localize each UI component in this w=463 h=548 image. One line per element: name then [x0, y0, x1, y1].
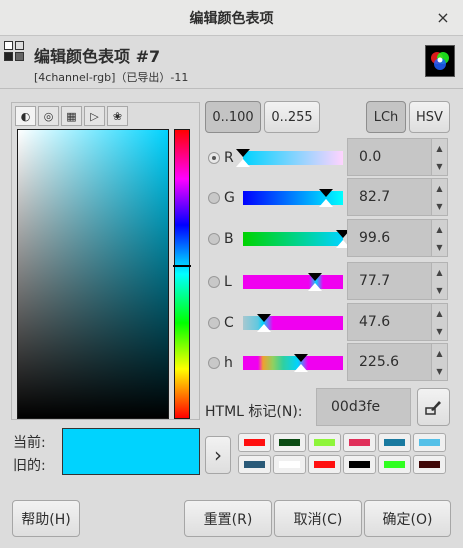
- scale-0-100-button[interactable]: 0..100: [205, 101, 261, 133]
- gimp-selector-tab[interactable]: ◐: [15, 106, 36, 126]
- html-notation-input[interactable]: 00d3fe: [316, 388, 411, 426]
- color-selector: ◐ ◎ ▦ ▷ ❀: [11, 102, 200, 420]
- channel-b-label: B: [224, 231, 234, 247]
- ok-button[interactable]: 确定(O): [364, 500, 451, 537]
- channel-c-radio[interactable]: [208, 317, 220, 329]
- channel-h-radio[interactable]: [208, 357, 220, 369]
- history-swatch[interactable]: [308, 455, 341, 474]
- watercolor-selector-tab[interactable]: ▦: [61, 106, 82, 126]
- hue-strip-marker[interactable]: [173, 265, 191, 267]
- history-swatch[interactable]: [378, 455, 411, 474]
- dialog-body: ◐ ◎ ▦ ▷ ❀ 0..100 0..255 LCh HSV R 0.0 ▲ …: [0, 90, 463, 548]
- channel-h-value[interactable]: 225.6: [359, 354, 399, 370]
- channel-r-slider[interactable]: [236, 149, 343, 167]
- channel-h-spinbutton[interactable]: 225.6 ▲ ▼: [347, 343, 448, 381]
- channel-c-label: C: [224, 315, 234, 331]
- close-icon[interactable]: ×: [433, 8, 453, 28]
- dialog-header: 编辑颜色表项 #7 [4channel-rgb]（已导出）-11: [0, 37, 463, 89]
- selector-tabs: ◐ ◎ ▦ ▷ ❀: [15, 106, 128, 126]
- channel-b-decrement-icon[interactable]: ▼: [431, 238, 447, 256]
- history-swatch[interactable]: [413, 433, 446, 452]
- channel-b-spinbutton[interactable]: 99.6 ▲ ▼: [347, 219, 448, 257]
- channel-g-slider[interactable]: [243, 189, 343, 207]
- channel-l-radio[interactable]: [208, 276, 220, 288]
- cancel-button[interactable]: 取消(C): [274, 500, 362, 537]
- gimp-icon: ◐: [20, 109, 31, 123]
- watercolor-icon: ▦: [66, 109, 77, 123]
- history-swatch[interactable]: [343, 433, 376, 452]
- history-swatch[interactable]: [308, 433, 341, 452]
- hsv-model-button[interactable]: HSV: [409, 101, 450, 133]
- help-button[interactable]: 帮助(H): [12, 500, 80, 537]
- channel-h-label: h: [224, 355, 233, 371]
- channel-g-decrement-icon[interactable]: ▼: [431, 197, 447, 215]
- channel-l-decrement-icon[interactable]: ▼: [431, 281, 447, 299]
- channel-r-label: R: [224, 150, 234, 166]
- channel-r-increment-icon[interactable]: ▲: [431, 139, 447, 157]
- cmyk-selector-tab[interactable]: ◎: [38, 106, 59, 126]
- channel-l-spinbutton[interactable]: 77.7 ▲ ▼: [347, 262, 448, 300]
- history-swatch[interactable]: [238, 455, 271, 474]
- color-wheel-icon: [425, 45, 455, 77]
- html-notation-label: HTML 标记(N):: [205, 404, 303, 420]
- history-swatch[interactable]: [413, 455, 446, 474]
- reset-button[interactable]: 重置(R): [184, 500, 272, 537]
- channel-r-decrement-icon[interactable]: ▼: [431, 157, 447, 175]
- channel-l-increment-icon[interactable]: ▲: [431, 263, 447, 281]
- history-swatch[interactable]: [378, 433, 411, 452]
- dialog-title: 编辑颜色表项 #7: [34, 47, 161, 66]
- history-swatch[interactable]: [273, 455, 306, 474]
- dialog-subtitle: [4channel-rgb]（已导出）-11: [34, 71, 189, 84]
- saturation-value-square[interactable]: [17, 129, 169, 419]
- channel-c-spinbutton[interactable]: 47.6 ▲ ▼: [347, 303, 448, 341]
- current-color-label: 当前:: [13, 435, 46, 451]
- lch-model-button[interactable]: LCh: [366, 101, 406, 133]
- channel-g-radio[interactable]: [208, 192, 220, 204]
- channel-h-increment-icon[interactable]: ▲: [431, 344, 447, 362]
- palette-selector-tab[interactable]: ❀: [107, 106, 128, 126]
- title-bar: 编辑颜色表项 ×: [0, 0, 463, 36]
- channel-b-slider[interactable]: [243, 230, 350, 248]
- channel-r-radio[interactable]: [208, 152, 220, 164]
- channel-c-increment-icon[interactable]: ▲: [431, 304, 447, 322]
- channel-l-slider[interactable]: [243, 273, 343, 291]
- channel-b-radio[interactable]: [208, 233, 220, 245]
- channel-g-increment-icon[interactable]: ▲: [431, 179, 447, 197]
- channel-g-label: G: [224, 190, 235, 206]
- channel-g-value[interactable]: 82.7: [359, 189, 390, 205]
- channel-b-value[interactable]: 99.6: [359, 230, 390, 246]
- channel-r-value[interactable]: 0.0: [359, 149, 381, 165]
- wheel-selector-tab[interactable]: ▷: [84, 106, 105, 126]
- channel-g-spinbutton[interactable]: 82.7 ▲ ▼: [347, 178, 448, 216]
- channel-h-slider[interactable]: [243, 354, 343, 372]
- channel-h-decrement-icon[interactable]: ▼: [431, 362, 447, 380]
- palette-icon: ❀: [112, 109, 123, 123]
- wheel-icon: ▷: [90, 109, 99, 123]
- scale-0-255-button[interactable]: 0..255: [264, 101, 320, 133]
- channel-b-increment-icon[interactable]: ▲: [431, 220, 447, 238]
- eyedropper-icon: [424, 401, 441, 415]
- channel-l-value[interactable]: 77.7: [359, 273, 390, 289]
- color-picker-button[interactable]: [417, 388, 450, 426]
- chevron-right-icon: ›: [214, 443, 222, 467]
- channel-c-decrement-icon[interactable]: ▼: [431, 322, 447, 340]
- cmyk-icon: ◎: [43, 109, 54, 123]
- channel-r-spinbutton[interactable]: 0.0 ▲ ▼: [347, 138, 448, 176]
- history-swatch[interactable]: [238, 433, 271, 452]
- colormap-icon: [4, 41, 26, 63]
- hue-strip[interactable]: [174, 129, 190, 419]
- channel-l-label: L: [224, 274, 232, 290]
- add-to-history-button[interactable]: ›: [205, 436, 231, 474]
- window-title: 编辑颜色表项: [189, 10, 274, 27]
- current-color-swatch: [62, 428, 200, 475]
- channel-c-slider[interactable]: [243, 314, 343, 332]
- old-color-label: 旧的:: [13, 458, 46, 474]
- color-history: [238, 433, 450, 474]
- channel-c-value[interactable]: 47.6: [359, 314, 390, 330]
- history-swatch[interactable]: [273, 433, 306, 452]
- history-swatch[interactable]: [343, 455, 376, 474]
